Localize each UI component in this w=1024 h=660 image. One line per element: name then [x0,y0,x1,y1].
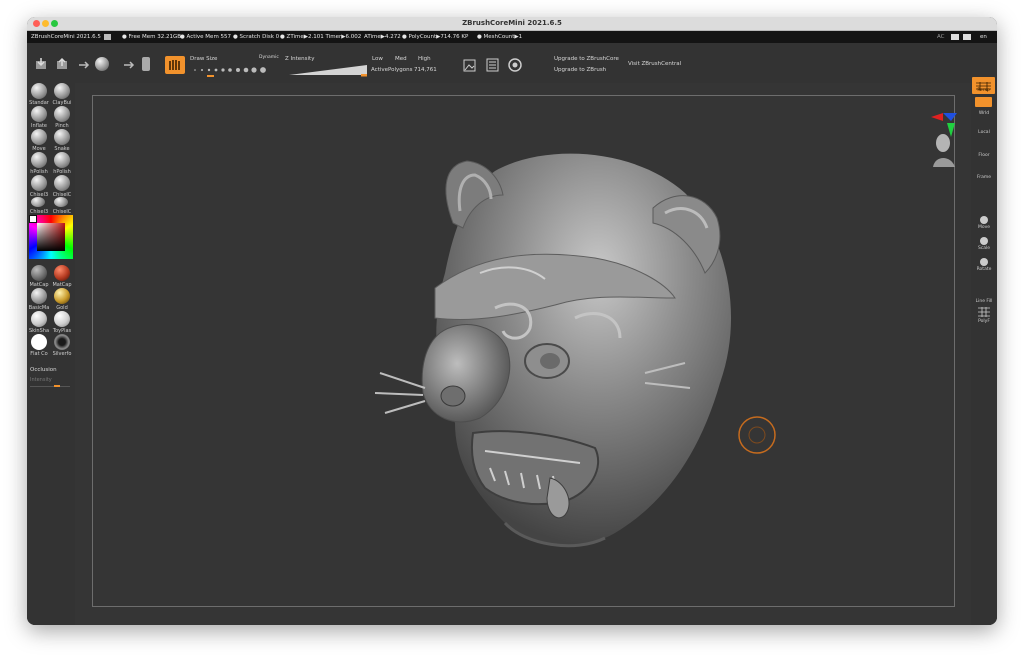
material-skinshade-icon[interactable] [31,311,47,327]
line-fill-label[interactable]: Line Fill [971,299,997,304]
brush-hpolish-icon[interactable] [54,152,70,168]
intensity-slider-knob[interactable] [54,385,60,387]
brush-chisel3d-icon[interactable] [31,197,45,207]
active-polygons-label: ActivePolygons [371,67,413,73]
high-resolution-button[interactable]: High [418,56,431,63]
color-saturation-square[interactable] [37,223,65,251]
brush-move-icon[interactable] [31,129,47,145]
persp-label: Persp [977,88,990,93]
document-icon[interactable] [486,58,499,72]
move-label[interactable]: Move [971,225,997,230]
mask-3d-model[interactable] [75,83,971,625]
arrow-right-icon [79,61,90,69]
top-shelf: Draw Size Dynamic Z Intensity Low Med Hi… [27,43,997,83]
right-shelf: Persp Wrld Local Floor Frame Move Scale … [971,75,997,625]
window-title: ZBrushCoreMini 2021.6.5 [462,19,562,27]
active-mem-readout: ● Active Mem 557 [180,34,232,40]
z-intensity-label: Z Intensity [285,56,315,62]
move-icon[interactable] [978,215,990,225]
grid-icon [104,34,111,40]
rotate-icon[interactable] [978,257,990,267]
polyframe-icon[interactable] [977,306,991,318]
app-window: ZBrushCoreMini 2021.6.5 ZBrushCoreMini 2… [27,17,997,625]
sculpt-mode-button[interactable] [165,56,185,74]
persp-button[interactable]: Persp [972,77,995,94]
material-label: Flat Co [30,351,48,357]
left-shelf: Standar ClayBui Inflate Pinch Move Snake… [27,83,75,625]
main-color-swatch[interactable] [29,215,37,223]
scratch-disk-readout: ● Scratch Disk 0 [233,34,280,40]
ac-indicator: AC [937,34,945,40]
intensity-slider[interactable] [30,385,70,387]
material-basic-icon[interactable] [31,288,47,304]
sculpt-icon [169,60,180,70]
brush-pinch-icon[interactable] [54,106,70,122]
export-icon[interactable] [55,57,69,71]
app-version-menu[interactable]: ZBrushCoreMini 2021.6.5 [31,31,101,43]
rotate-label[interactable]: Rotate [971,267,997,272]
intensity-label: Intensity [30,377,52,383]
brush-chiselcreature-icon[interactable] [54,197,68,207]
brush-chisel3d-icon[interactable] [31,175,47,191]
local-label[interactable]: Local [971,130,997,135]
brush-standard-icon[interactable] [31,83,47,99]
occlusion-toggle[interactable]: Occlusion [30,367,57,374]
arrow-right-icon [124,61,135,69]
draw-size-label: Draw Size [190,56,218,62]
upgrade-zbrushcore-link[interactable]: Upgrade to ZBrushCore [554,56,619,63]
brush-snakehook-icon[interactable] [54,129,70,145]
scale-label[interactable]: Scale [971,246,997,251]
material-silverfoil-icon[interactable] [54,334,70,350]
status-bar: ZBrushCoreMini 2021.6.5 ● Free Mem 32.21… [27,31,997,43]
floor-label[interactable]: Floor [971,153,997,158]
material-gold-icon[interactable] [54,288,70,304]
sphere-primitive-button[interactable] [95,57,109,71]
layout-icon[interactable] [951,34,959,40]
floor-orange-toggle[interactable] [975,97,992,107]
material-flatcolor-icon[interactable] [31,334,47,350]
ztime-readout: ● ZTime▶2.101 Timer▶6.002 [280,34,362,40]
material-matcap-gray-icon[interactable] [31,265,47,281]
draw-size-slider[interactable] [192,65,274,79]
brush-inflate-icon[interactable] [31,106,47,122]
script-icon[interactable] [963,34,971,40]
wrld-label[interactable]: Wrld [971,111,997,116]
med-resolution-button[interactable]: Med [395,56,407,63]
dynamic-label[interactable]: Dynamic [259,54,279,61]
language-menu[interactable]: en [980,31,987,43]
z-intensity-slider[interactable] [289,64,369,78]
atime-readout: ATime▶4.272 [364,34,401,40]
brush-cursor [738,416,776,454]
material-matcap-red-icon[interactable] [54,265,70,281]
brush-hpolish-icon[interactable] [31,152,47,168]
image-icon[interactable] [463,59,476,72]
navigation-gizmo[interactable] [927,109,963,173]
visit-zbrushcentral-link[interactable]: Visit ZBrushCentral [628,61,681,68]
canvas[interactable] [75,83,971,625]
frame-label[interactable]: Frame [971,175,997,180]
title-bar: ZBrushCoreMini 2021.6.5 [27,17,997,31]
color-picker[interactable] [29,215,73,259]
import-icon[interactable] [34,57,48,71]
low-resolution-button[interactable]: Low [372,56,383,63]
brush-claybuildup-icon[interactable] [54,83,70,99]
brush-chiselcreature-icon[interactable] [54,175,70,191]
camera-icon[interactable] [507,57,523,72]
upgrade-zbrush-link[interactable]: Upgrade to ZBrush [554,67,606,74]
material-label: Silverfo [52,351,72,357]
free-mem-readout: ● Free Mem 32.21GB [122,34,181,40]
material-toyplastic-icon[interactable] [54,311,70,327]
active-polygons-value: 714,761 [414,67,437,73]
polycount-readout: ● PolyCount▶714.76 KP [402,34,469,40]
cylinder-icon[interactable] [141,56,151,72]
meshcount-readout: ● MeshCount▶1 [477,34,523,40]
scale-icon[interactable] [978,236,990,246]
polyf-label[interactable]: PolyF [971,319,997,324]
